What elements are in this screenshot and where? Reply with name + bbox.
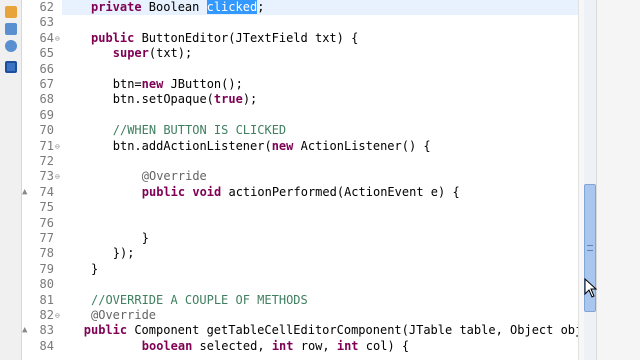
code-token: @Override (141, 169, 207, 184)
override-marker-icon[interactable]: ▲ (22, 185, 28, 200)
package-explorer-icon[interactable] (5, 6, 17, 18)
right-side-panel (596, 0, 640, 360)
line-number: 66 (39, 61, 54, 76)
line-number: 69 (39, 107, 54, 122)
code-token: public (83, 323, 128, 338)
code-token: @Override (91, 308, 157, 322)
code-token: //WHEN BUTTON IS CLICKED (112, 123, 287, 138)
code-line[interactable]: public Component getTableCellEditorCompo… (62, 323, 578, 338)
code-token: actionPerformed(ActionEvent e) { (221, 184, 460, 199)
code-token: void (192, 184, 222, 199)
line-number: 76 (39, 215, 54, 230)
line-number: 81 (39, 292, 54, 307)
line-number: 80 (39, 277, 54, 292)
code-line[interactable]: public void actionPerformed(ActionEvent … (62, 185, 460, 200)
line-number: 71 (39, 138, 54, 153)
code-token: ); (242, 92, 258, 107)
code-line[interactable]: btn.setOpaque(true); (62, 92, 258, 107)
code-line[interactable]: } (62, 231, 149, 246)
code-line[interactable]: btn=new JButton(); (62, 77, 243, 92)
fold-toggle-icon[interactable]: ⊖ (55, 139, 61, 154)
code-line[interactable]: btn.addActionListener(new ActionListener… (62, 139, 431, 154)
console-icon[interactable] (5, 61, 17, 73)
line-number: 67 (39, 77, 54, 91)
line-number: 78 (39, 246, 54, 261)
outline-icon[interactable] (5, 23, 17, 35)
code-line[interactable]: private Boolean clicked; (62, 0, 578, 15)
code-token: public (91, 30, 135, 45)
line-number: 75 (39, 200, 54, 215)
code-line[interactable]: //WHEN BUTTON IS CLICKED (62, 123, 286, 138)
line-number-gutter: 62 63 64 ⊖ 65 66 67 68 69 70 71 ⊖ 72 73 ⊖ 74 75 76 77 78 79 8… (32, 0, 62, 360)
code-line[interactable]: }); (62, 246, 135, 261)
code-token: //OVERRIDE A COUPLE OF METHODS (91, 292, 308, 307)
selected-text: clicked (206, 0, 258, 14)
code-line[interactable]: public ButtonEditor(JTextField txt) { (62, 31, 358, 46)
fold-toggle-icon[interactable]: ⊖ (55, 308, 61, 323)
code-token: new (271, 138, 294, 153)
line-number: 73 (39, 169, 54, 184)
code-token: btn= (112, 77, 142, 91)
annotation-ruler: ▲ ▲ (22, 0, 32, 360)
left-toolbar (0, 0, 22, 360)
line-number: 63 (39, 15, 54, 30)
code-token: boolean (141, 338, 193, 353)
code-token: ButtonEditor(JTextField txt) { (134, 30, 359, 45)
code-token: btn.addActionListener( (112, 138, 272, 153)
code-token: (txt); (148, 46, 193, 61)
fold-toggle-icon[interactable]: ⊖ (55, 31, 61, 46)
line-number: 70 (39, 123, 54, 138)
code-token: ActionListener() { (293, 138, 431, 153)
scroll-grip-icon (587, 245, 593, 251)
line-number: 65 (39, 46, 54, 61)
code-token: public (141, 184, 186, 199)
mouse-pointer-icon (584, 278, 598, 298)
code-token: private (91, 0, 142, 14)
code-line[interactable]: //OVERRIDE A COUPLE OF METHODS (62, 293, 308, 308)
code-token: btn.setOpaque( (112, 92, 214, 107)
code-line[interactable]: @Override (62, 308, 156, 323)
code-token: ; (257, 0, 265, 14)
line-number: 83 (39, 323, 54, 338)
line-number: 77 (39, 231, 54, 245)
code-token: int (271, 338, 294, 353)
line-number: 72 (39, 154, 54, 168)
code-token: }); (112, 246, 135, 261)
fold-toggle-icon[interactable]: ⊖ (55, 169, 61, 184)
code-token: } (141, 231, 149, 245)
code-token: Component getTableCellEditorComponent(JT… (127, 323, 578, 338)
code-token: JButton(); (163, 77, 243, 91)
line-number: 64 (39, 30, 54, 45)
override-marker-icon[interactable]: ▲ (22, 323, 28, 338)
code-token: int (336, 338, 359, 353)
code-token: Boolean (141, 0, 207, 14)
line-number: 62 (39, 0, 54, 14)
code-token: row, (293, 338, 337, 353)
code-line[interactable]: boolean selected, int row, int col) { (62, 339, 409, 354)
line-number: 74 (39, 184, 54, 199)
code-token: new (141, 77, 164, 91)
code-token: selected, (192, 338, 272, 353)
line-number: 68 (39, 92, 54, 107)
code-token: true (213, 92, 243, 107)
code-token: col) { (358, 338, 410, 353)
help-icon[interactable] (5, 40, 17, 52)
line-number: 79 (39, 261, 54, 276)
code-line[interactable]: super(txt); (62, 46, 192, 61)
line-number: 84 (39, 338, 54, 353)
code-token: super (112, 46, 149, 61)
code-line[interactable]: @Override (62, 169, 207, 184)
line-number: 82 (39, 308, 54, 322)
code-line[interactable]: } (62, 262, 98, 277)
code-editor[interactable]: private Boolean clicked; public ButtonEdi… (62, 0, 578, 360)
code-token: } (91, 261, 99, 276)
